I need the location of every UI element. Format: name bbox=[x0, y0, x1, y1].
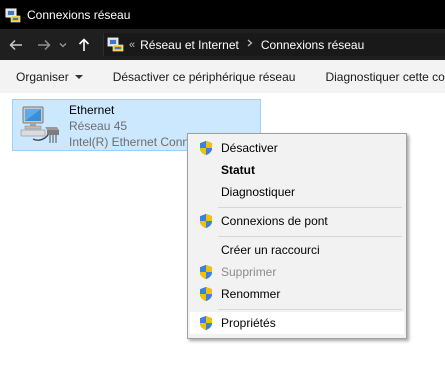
network-connections-icon bbox=[5, 8, 21, 22]
recent-locations-button[interactable] bbox=[57, 36, 69, 54]
window-title: Connexions réseau bbox=[27, 7, 131, 22]
menu-item-rename[interactable]: Renommer bbox=[190, 283, 404, 305]
arrow-left-icon bbox=[9, 39, 22, 50]
disable-device-button[interactable]: Désactiver ce périphérique réseau bbox=[113, 70, 296, 84]
connection-details: Ethernet Réseau 45 Intel(R) Ethernet Con… bbox=[69, 102, 189, 150]
context-menu: Désactiver Statut Diagnostiquer Connexio… bbox=[187, 133, 407, 339]
caret-down-icon bbox=[74, 74, 83, 79]
arrow-up-icon bbox=[78, 37, 90, 51]
menu-item-label: Propriétés bbox=[221, 316, 276, 330]
address-bar[interactable]: « Réseau et Internet Connexions réseau bbox=[103, 33, 445, 56]
menu-separator bbox=[218, 236, 402, 237]
menu-item-bridge-connections[interactable]: Connexions de pont bbox=[190, 210, 404, 232]
arrow-right-icon bbox=[38, 39, 51, 50]
title-bar: Connexions réseau bbox=[0, 0, 445, 29]
diagnose-connection-button[interactable]: Diagnostiquer cette conn bbox=[325, 70, 445, 84]
uac-shield-icon bbox=[200, 141, 212, 155]
connection-name: Ethernet bbox=[69, 103, 115, 117]
menu-item-label: Supprimer bbox=[221, 265, 277, 279]
network-connections-icon bbox=[107, 37, 124, 52]
command-bar: Organiser Désactiver ce périphérique rés… bbox=[0, 60, 445, 93]
menu-item-label: Diagnostiquer bbox=[221, 185, 296, 199]
menu-item-label: Renommer bbox=[221, 287, 281, 301]
organize-menu-button[interactable]: Organiser bbox=[16, 70, 83, 84]
menu-item-create-shortcut[interactable]: Créer un raccourci bbox=[190, 239, 404, 261]
disable-device-label: Désactiver ce périphérique réseau bbox=[112, 69, 296, 84]
breadcrumb-network-connections[interactable]: Connexions réseau bbox=[261, 38, 364, 52]
menu-item-label: Connexions de pont bbox=[221, 214, 328, 228]
menu-item-label: Statut bbox=[221, 163, 255, 177]
menu-item-label: Désactiver bbox=[221, 141, 278, 155]
ethernet-adapter-icon bbox=[20, 106, 59, 143]
forward-button[interactable] bbox=[35, 36, 53, 54]
menu-item-status[interactable]: Statut bbox=[190, 159, 404, 181]
uac-shield-icon bbox=[200, 287, 212, 301]
connection-network: Réseau 45 bbox=[69, 119, 128, 133]
menu-item-properties[interactable]: Propriétés bbox=[190, 312, 404, 334]
menu-separator bbox=[218, 207, 402, 208]
organize-label: Organiser bbox=[16, 69, 69, 84]
menu-item-delete: Supprimer bbox=[190, 261, 404, 283]
menu-item-diagnose[interactable]: Diagnostiquer bbox=[190, 181, 404, 203]
breadcrumb-overflow[interactable]: « bbox=[129, 39, 135, 51]
chevron-down-icon bbox=[59, 42, 67, 47]
uac-shield-icon bbox=[200, 316, 212, 330]
menu-separator bbox=[218, 309, 402, 310]
connection-adapter: Intel(R) Ethernet Conn bbox=[69, 135, 190, 149]
breadcrumb-chevron-icon[interactable] bbox=[247, 39, 253, 50]
menu-item-label: Créer un raccourci bbox=[221, 243, 320, 257]
uac-shield-icon bbox=[200, 265, 212, 279]
back-button[interactable] bbox=[7, 36, 25, 54]
up-button[interactable] bbox=[75, 36, 93, 54]
menu-item-disable[interactable]: Désactiver bbox=[190, 137, 404, 159]
breadcrumb-network-internet[interactable]: Réseau et Internet bbox=[140, 38, 239, 52]
uac-shield-icon bbox=[200, 214, 212, 228]
navigation-bar: « Réseau et Internet Connexions réseau bbox=[0, 29, 445, 60]
diagnose-connection-label: Diagnostiquer cette conn bbox=[325, 69, 445, 84]
